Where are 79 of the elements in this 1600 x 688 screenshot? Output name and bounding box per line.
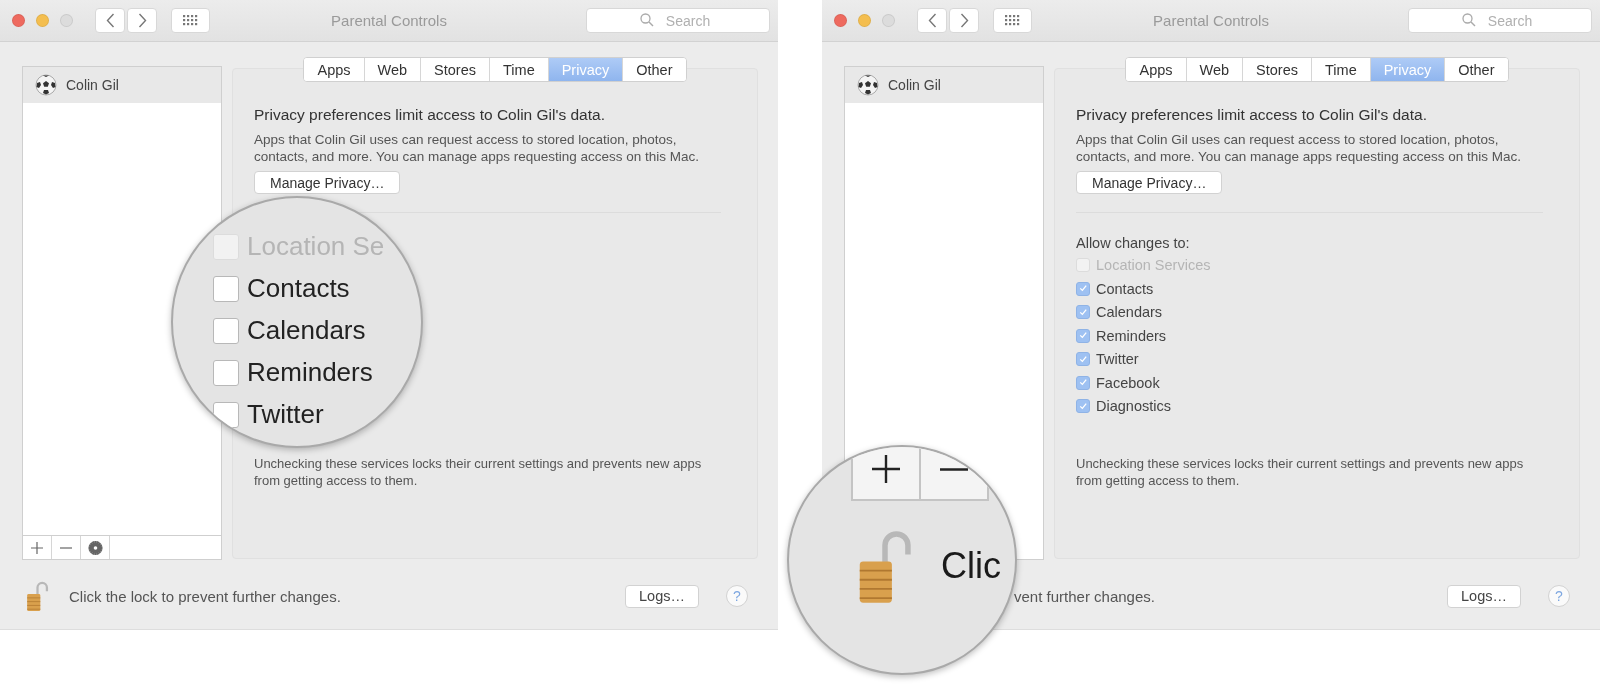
close-button[interactable] [834,14,847,27]
minimize-button[interactable] [858,14,871,27]
search-field[interactable]: Search [586,8,770,33]
show-all-button[interactable] [171,8,210,33]
user-name: Colin Gil [888,77,941,93]
chevron-left-icon [105,13,115,28]
tab[interactable]: Apps [1126,58,1187,81]
privacy-description: Apps that Colin Gil uses can request access to stored location, photos, contacts, and more. You can manage apps requesting access on this Mac. [1076,131,1523,165]
tab[interactable]: Apps [304,58,365,81]
services-note: Unchecking these services locks their current settings and prevents new apps from getting access to them. [1076,455,1525,489]
search-icon [640,13,654,27]
grid-icon [183,15,198,26]
checkbox-label: Calendars [247,315,366,346]
checkmark-icon [1078,331,1088,340]
zoom-button[interactable] [882,14,895,27]
lock-message: vent further changes. [1014,587,1155,605]
privacy-heading: Privacy preferences limit access to Colin Gil's data. [254,106,606,124]
checkmark-icon [1078,354,1088,364]
services-note: Unchecking these services locks their current settings and prevents new apps from getting access to them. [254,455,703,489]
user-name: Colin Gil [66,77,119,93]
checkbox[interactable] [1076,399,1090,413]
checkbox-label: Diagnostics [1096,398,1171,414]
soccer-ball-icon [35,74,57,96]
lock-message: Clic [941,545,1001,587]
checkbox[interactable] [1076,328,1090,343]
chevron-right-icon [137,13,147,28]
chevron-right-icon [959,13,969,28]
plus-icon [31,541,43,554]
search-icon [1462,13,1476,27]
checkbox-label: Calendars [1096,304,1163,320]
checkbox-label: Twitter [1096,351,1139,367]
checkbox[interactable] [1076,305,1090,319]
checkmark-icon [1078,378,1088,387]
minus-icon [940,467,968,471]
back-button[interactable] [917,8,947,33]
grid-icon [1005,15,1020,26]
soccer-ball-icon [857,74,879,96]
checkmark-icon [1078,307,1088,317]
allow-changes-label: Allow changes to: [1076,235,1191,251]
manage-privacy-button[interactable]: Manage Privacy… [254,171,401,194]
manage-privacy-button[interactable]: Manage Privacy… [1076,171,1223,194]
plus-icon [872,455,900,483]
chevron-left-icon [927,13,937,28]
checkmark-icon [1078,284,1088,293]
minus-icon [60,546,72,549]
add-button[interactable] [851,447,921,501]
checkbox-label: Contacts [247,273,350,304]
checkmark-icon [1078,401,1088,411]
checkbox[interactable] [1076,281,1090,296]
privacy-heading: Privacy preferences limit access to Colin Gil's data. [1076,106,1428,124]
checkbox-label: Reminders [247,357,373,388]
user-item[interactable]: Colin Gil [23,67,221,103]
logs-button[interactable]: Logs… [1447,584,1521,608]
back-button[interactable] [95,8,125,33]
gear-icon [87,540,103,555]
checkbox-label: Reminders [1096,327,1167,344]
close-button[interactable] [12,14,25,27]
forward-button[interactable] [949,8,979,33]
window-title: Parental Controls [331,12,447,29]
user-item[interactable]: Colin Gil [845,67,1043,103]
privacy-description: Apps that Colin Gil uses can request access to stored location, photos, contacts, and more. You can manage apps requesting access on this Mac. [254,131,701,165]
window-title: Parental Controls [1153,12,1269,29]
checkbox-label: Facebook [1096,374,1160,391]
show-all-button[interactable] [993,8,1032,33]
lock-message: Click the lock to prevent further changes. [69,587,341,605]
minimize-button[interactable] [36,14,49,27]
forward-button[interactable] [127,8,157,33]
checkbox-label: Contacts [1096,280,1154,297]
zoom-button[interactable] [60,14,73,27]
logs-button[interactable]: Logs… [625,584,699,608]
checkbox[interactable] [213,317,239,344]
checkbox-label: Twitter [247,399,324,430]
search-field[interactable]: Search [1408,8,1592,33]
checkbox[interactable] [213,359,239,386]
checkbox[interactable] [1076,352,1090,366]
padlock-icon[interactable] [26,580,49,612]
checkbox[interactable] [213,275,239,302]
checkbox[interactable] [213,401,239,428]
checkbox[interactable] [1076,375,1090,390]
